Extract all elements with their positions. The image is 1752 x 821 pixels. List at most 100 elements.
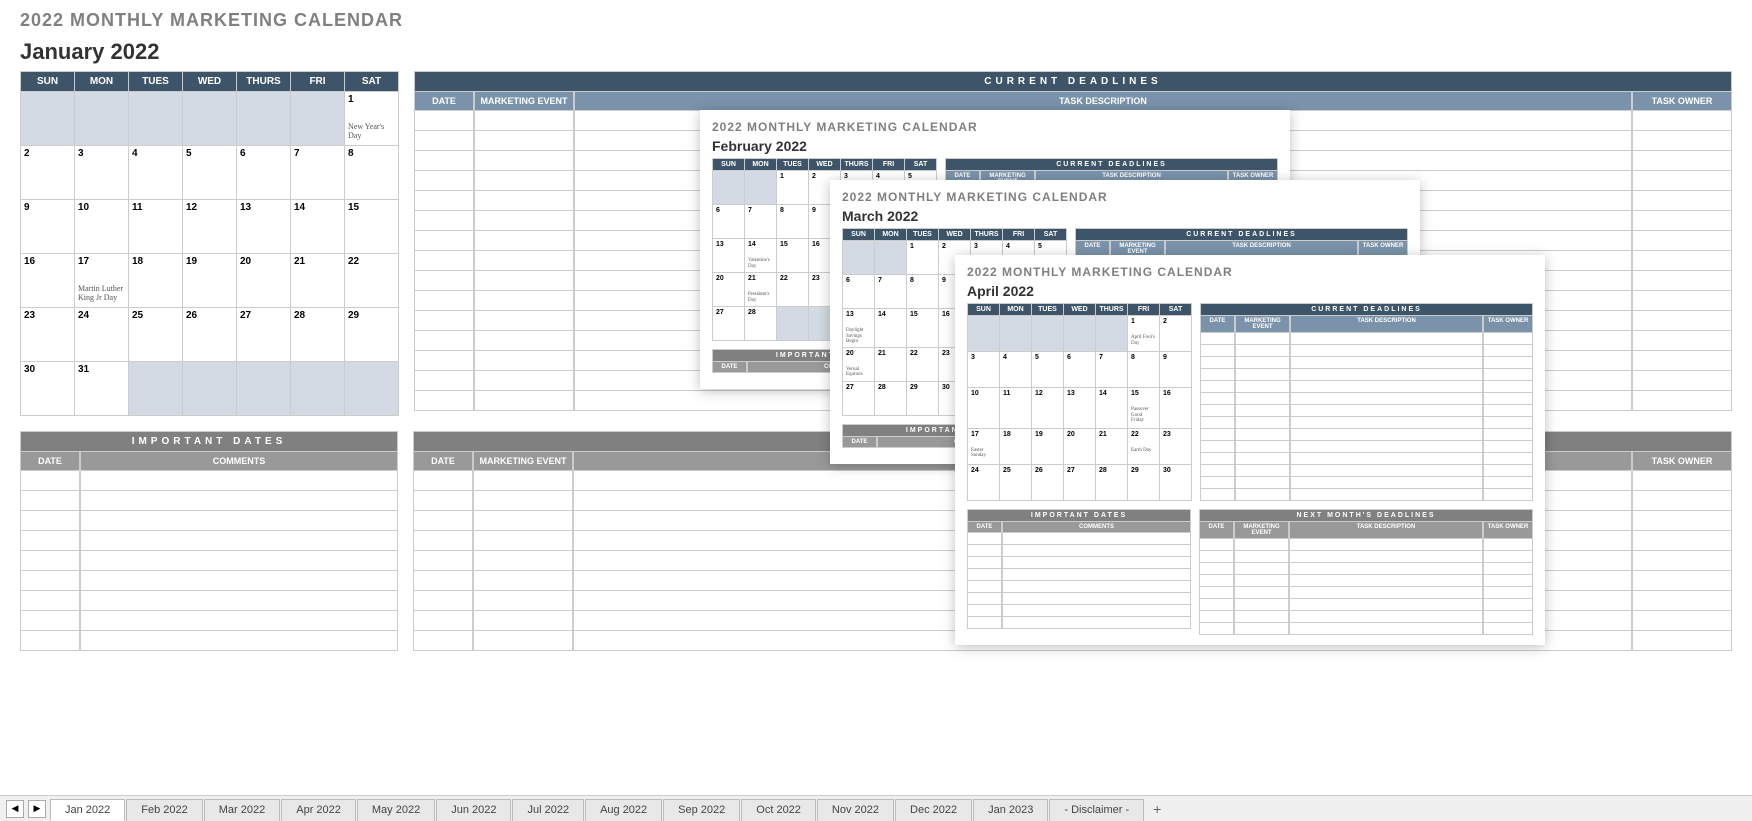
- calendar-cell[interactable]: 17Easter Sunday: [968, 428, 1000, 464]
- calendar-cell[interactable]: 28: [1096, 464, 1128, 500]
- calendar-cell[interactable]: 6: [843, 275, 875, 309]
- panel-row[interactable]: [1199, 551, 1533, 563]
- panel-row[interactable]: [1200, 333, 1533, 345]
- calendar-cell[interactable]: 20: [713, 273, 745, 307]
- calendar-cell[interactable]: 30: [21, 362, 75, 416]
- calendar-cell[interactable]: [129, 362, 183, 416]
- calendar-cell[interactable]: [1000, 316, 1032, 352]
- calendar-cell[interactable]: [875, 241, 907, 275]
- calendar-cell[interactable]: [183, 362, 237, 416]
- calendar-cell[interactable]: 10: [75, 200, 129, 254]
- calendar-cell[interactable]: [21, 92, 75, 146]
- calendar-cell[interactable]: [291, 362, 345, 416]
- calendar-cell[interactable]: 3: [75, 146, 129, 200]
- sheet-tab[interactable]: Nov 2022: [817, 799, 894, 821]
- calendar-cell[interactable]: [183, 92, 237, 146]
- panel-row[interactable]: [20, 471, 398, 491]
- sheet-tab[interactable]: Jan 2023: [973, 799, 1048, 821]
- panel-row[interactable]: [967, 569, 1191, 581]
- calendar-cell[interactable]: 23: [1160, 428, 1192, 464]
- calendar-cell[interactable]: 9: [1160, 352, 1192, 388]
- panel-row[interactable]: [1200, 381, 1533, 393]
- calendar-cell[interactable]: 30: [1160, 464, 1192, 500]
- calendar-grid[interactable]: SUNMONTUESWEDTHURSFRISAT1April Fool's Da…: [967, 303, 1192, 501]
- calendar-cell[interactable]: 16: [21, 254, 75, 308]
- sheet-tab[interactable]: May 2022: [357, 799, 435, 821]
- panel-row[interactable]: [967, 557, 1191, 569]
- calendar-cell[interactable]: 15Passover Good Friday: [1128, 388, 1160, 429]
- calendar-cell[interactable]: 19: [1032, 428, 1064, 464]
- calendar-cell[interactable]: 28: [875, 381, 907, 415]
- calendar-cell[interactable]: 13: [237, 200, 291, 254]
- calendar-cell[interactable]: 28: [291, 308, 345, 362]
- calendar-cell[interactable]: 31: [75, 362, 129, 416]
- calendar-cell[interactable]: 1New Year's Day: [345, 92, 399, 146]
- calendar-cell[interactable]: 22Earth Day: [1128, 428, 1160, 464]
- calendar-cell[interactable]: 8: [907, 275, 939, 309]
- calendar-cell[interactable]: 29: [1128, 464, 1160, 500]
- panel-row[interactable]: [1200, 393, 1533, 405]
- calendar-cell[interactable]: [713, 171, 745, 205]
- panel-row[interactable]: [1200, 405, 1533, 417]
- sheet-tab[interactable]: Jun 2022: [436, 799, 511, 821]
- calendar-cell[interactable]: 7: [745, 205, 777, 239]
- calendar-cell[interactable]: 7: [291, 146, 345, 200]
- panel-row[interactable]: [20, 511, 398, 531]
- calendar-cell[interactable]: 15: [907, 309, 939, 348]
- calendar-cell[interactable]: 21: [291, 254, 345, 308]
- calendar-cell[interactable]: 23: [21, 308, 75, 362]
- calendar-cell[interactable]: 12: [1032, 388, 1064, 429]
- calendar-cell[interactable]: 24: [75, 308, 129, 362]
- panel-row[interactable]: [967, 581, 1191, 593]
- panel-row[interactable]: [20, 591, 398, 611]
- calendar-cell[interactable]: 18: [129, 254, 183, 308]
- panel-row[interactable]: [20, 611, 398, 631]
- panel-row[interactable]: [1200, 477, 1533, 489]
- panel-row[interactable]: [1200, 465, 1533, 477]
- panel-row[interactable]: [967, 533, 1191, 545]
- calendar-cell[interactable]: 21President's Day: [745, 273, 777, 307]
- calendar-cell[interactable]: 27: [843, 381, 875, 415]
- panel-row[interactable]: [967, 605, 1191, 617]
- calendar-cell[interactable]: 13Daylight Savings Begin: [843, 309, 875, 348]
- calendar-cell[interactable]: 20: [1064, 428, 1096, 464]
- calendar-cell[interactable]: 15: [345, 200, 399, 254]
- calendar-cell[interactable]: [237, 92, 291, 146]
- calendar-cell[interactable]: 5: [183, 146, 237, 200]
- sheet-tab[interactable]: Feb 2022: [126, 799, 202, 821]
- panel-row[interactable]: [1200, 369, 1533, 381]
- calendar-cell[interactable]: 26: [1032, 464, 1064, 500]
- calendar-cell[interactable]: [968, 316, 1000, 352]
- calendar-cell[interactable]: [777, 307, 809, 341]
- calendar-cell[interactable]: 20: [237, 254, 291, 308]
- calendar-cell[interactable]: 17Martin Luther King Jr Day: [75, 254, 129, 308]
- calendar-cell[interactable]: 13: [1064, 388, 1096, 429]
- calendar-cell[interactable]: 3: [968, 352, 1000, 388]
- calendar-cell[interactable]: 4: [1000, 352, 1032, 388]
- sheet-tab[interactable]: Apr 2022: [281, 799, 356, 821]
- sheet-tab[interactable]: Mar 2022: [204, 799, 280, 821]
- panel-row[interactable]: [967, 593, 1191, 605]
- calendar-cell[interactable]: 21: [875, 347, 907, 381]
- panel-row[interactable]: [1200, 345, 1533, 357]
- calendar-cell[interactable]: 24: [968, 464, 1000, 500]
- panel-row[interactable]: [20, 571, 398, 591]
- panel-row[interactable]: [967, 545, 1191, 557]
- calendar-cell[interactable]: 7: [1096, 352, 1128, 388]
- calendar-cell[interactable]: 8: [777, 205, 809, 239]
- sheet-tab[interactable]: Oct 2022: [741, 799, 816, 821]
- calendar-cell[interactable]: 6: [713, 205, 745, 239]
- panel-row[interactable]: [1200, 441, 1533, 453]
- calendar-cell[interactable]: [291, 92, 345, 146]
- calendar-cell[interactable]: 6: [237, 146, 291, 200]
- calendar-cell[interactable]: 18: [1000, 428, 1032, 464]
- panel-row[interactable]: [20, 531, 398, 551]
- add-sheet-button[interactable]: +: [1145, 799, 1169, 819]
- calendar-cell[interactable]: [1096, 316, 1128, 352]
- calendar-cell[interactable]: [745, 171, 777, 205]
- panel-row[interactable]: [1199, 623, 1533, 635]
- calendar-cell[interactable]: 25: [129, 308, 183, 362]
- sheet-tab[interactable]: Jul 2022: [512, 799, 584, 821]
- panel-row[interactable]: [1199, 575, 1533, 587]
- calendar-cell[interactable]: 15: [777, 239, 809, 273]
